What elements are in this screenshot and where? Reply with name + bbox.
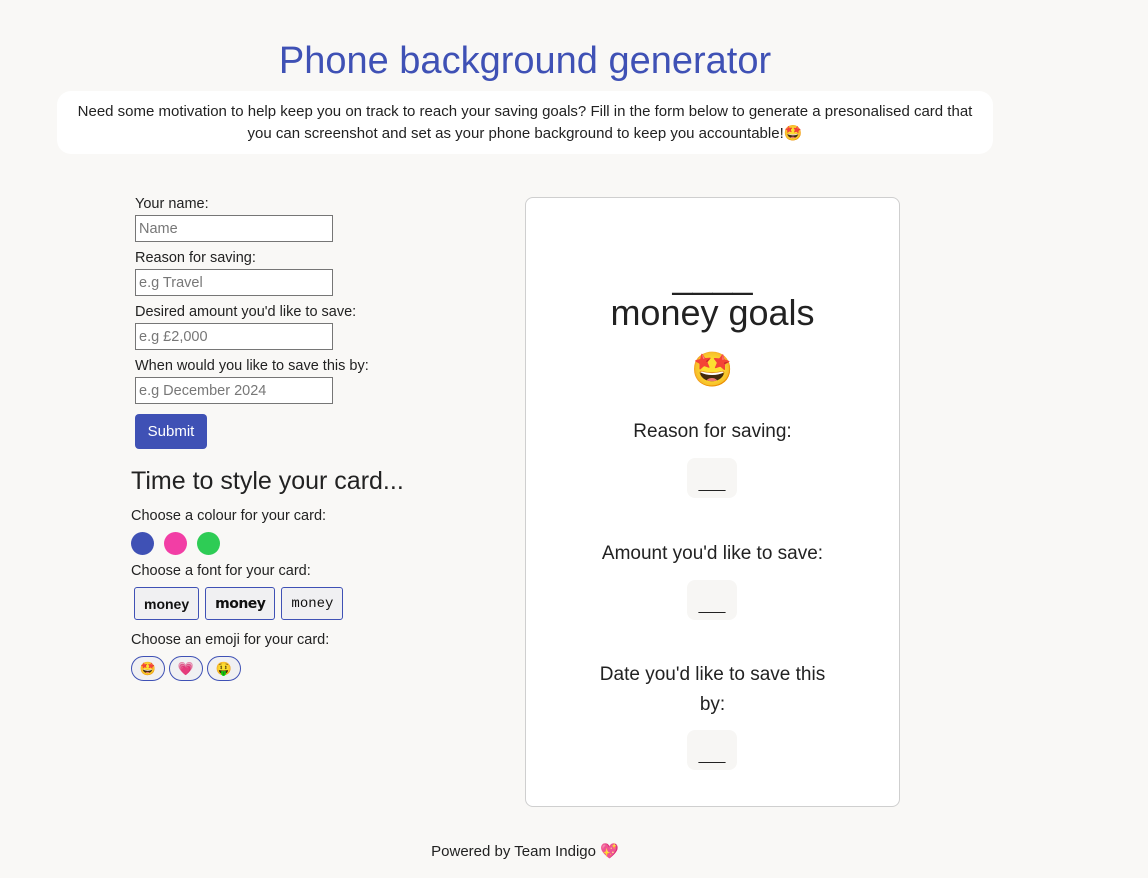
intro-text: Need some motivation to help keep you on…: [57, 91, 993, 154]
colour-swatches: [131, 532, 451, 555]
pink-heart-icon: 💗: [177, 662, 195, 677]
footer: Powered by Team Indigo 💖: [0, 842, 1050, 860]
card-reason-label: Reason for saving:: [633, 421, 792, 442]
star-struck-icon: 🤩: [691, 351, 734, 389]
amount-label: Desired amount you'd like to save:: [135, 304, 357, 320]
emoji-options: 🤩 💗 🤑: [131, 656, 451, 681]
date-input[interactable]: [135, 377, 333, 404]
emoji-option-pink-heart[interactable]: 💗: [169, 656, 203, 681]
name-input[interactable]: [135, 215, 333, 242]
footer-text: Powered by Team Indigo: [431, 843, 596, 860]
heart-icon: 💖: [600, 842, 619, 860]
card-date-label: Date you'd like to save this by:: [599, 664, 826, 715]
card-goals-text: money goals: [610, 292, 815, 333]
submit-button[interactable]: Submit: [135, 414, 207, 449]
date-label: When would you like to save this by:: [135, 358, 369, 374]
card-amount-label: Amount you'd like to save:: [601, 543, 824, 564]
style-heading: Time to style your card...: [131, 467, 404, 495]
emoji-label: Choose an emoji for your card:: [131, 632, 330, 648]
colour-swatch-indigo[interactable]: [131, 532, 154, 555]
card-date-value: ___: [687, 730, 737, 770]
font-options: money money money: [134, 587, 451, 620]
colour-swatch-green[interactable]: [197, 532, 220, 555]
colour-swatch-pink[interactable]: [164, 532, 187, 555]
reason-input[interactable]: [135, 269, 333, 296]
name-label: Your name:: [135, 196, 209, 212]
card-name: ____: [672, 255, 753, 296]
font-label: Choose a font for your card:: [131, 563, 311, 579]
font-option-mono[interactable]: money: [281, 587, 344, 620]
emoji-option-star-struck[interactable]: 🤩: [131, 656, 165, 681]
amount-input[interactable]: [135, 323, 333, 350]
savings-form: Your name: Reason for saving: Desired am…: [135, 195, 435, 449]
emoji-option-money-face[interactable]: 🤑: [207, 656, 241, 681]
preview-card: ____ money goals 🤩 Reason for saving: __…: [525, 197, 900, 807]
money-face-icon: 🤑: [215, 662, 233, 677]
reason-label: Reason for saving:: [135, 250, 256, 266]
colour-label: Choose a colour for your card:: [131, 508, 327, 524]
font-option-sans[interactable]: money: [134, 587, 200, 620]
star-struck-icon: 🤩: [139, 662, 157, 677]
page-title: Phone background generator: [278, 40, 772, 82]
card-amount-value: ___: [687, 580, 737, 620]
style-section: Time to style your card... Choose a colo…: [131, 466, 451, 681]
card-reason-value: ___: [687, 458, 737, 498]
font-option-condensed[interactable]: money: [205, 587, 276, 620]
